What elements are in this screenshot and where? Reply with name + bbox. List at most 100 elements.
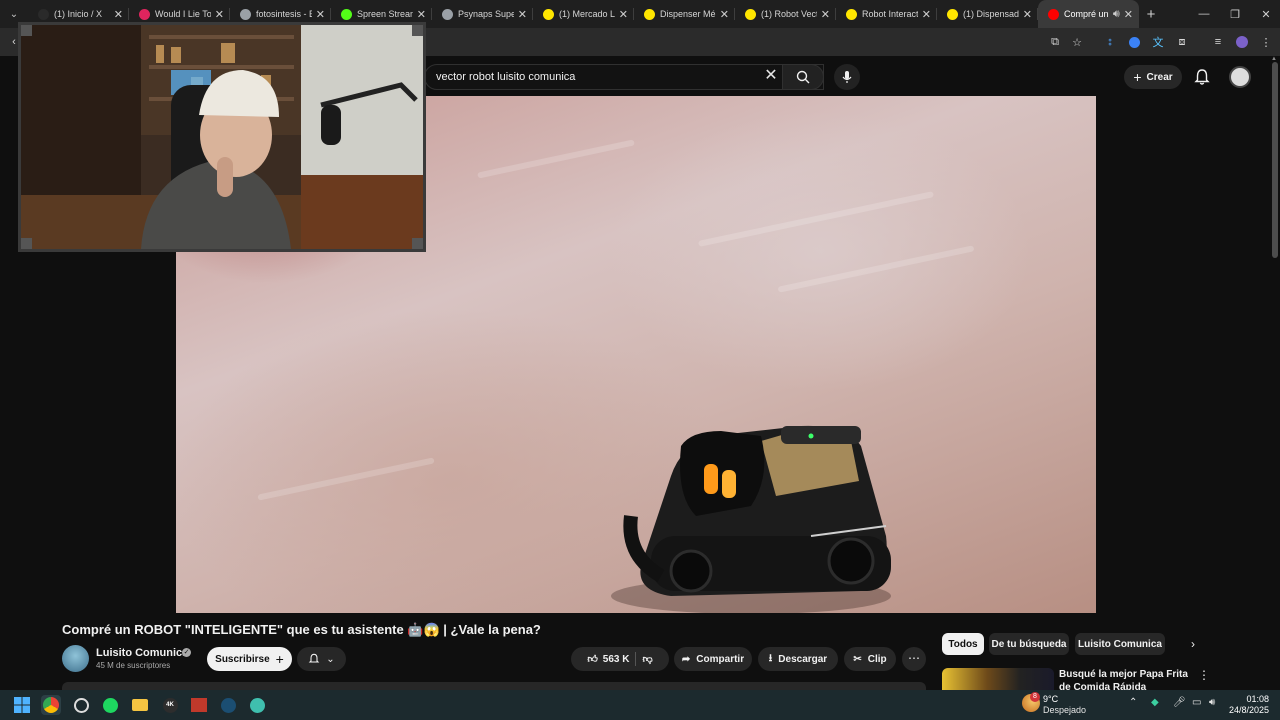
microphone-icon[interactable]: 🎤︎ [1173,697,1186,708]
close-tab-icon[interactable]: ✕ [1023,8,1032,21]
search-query: vector robot luisito comunica [436,71,576,83]
close-tab-icon[interactable]: ✕ [316,8,325,21]
weather-badge: 8 [1030,692,1040,702]
install-app-icon[interactable]: ⧉ [1047,34,1063,50]
close-tab-icon[interactable]: ✕ [821,8,830,21]
plus-icon: + [275,651,284,667]
streamer-webcam-image [21,25,423,249]
browser-tab[interactable]: (1) Robot Vect ✕ [735,0,836,28]
browser-tab-title: fotosintesis - B [256,9,312,19]
download-button[interactable]: ⭳ Descargar [758,647,838,671]
tray-chevron-up-icon[interactable]: ⌃ [1129,697,1137,708]
extension-blue-icon[interactable] [1126,34,1142,50]
chip-de-tu-busqueda[interactable]: De tu búsqueda [989,633,1069,655]
recommendation-thumbnail[interactable] [942,668,1054,690]
browser-tab-title: Would I Lie To [155,9,211,19]
browser-tab[interactable]: Robot Interact ✕ [836,0,937,28]
extensions-puzzle-icon[interactable]: ⧈ [1174,34,1190,50]
4k-downloader-icon[interactable]: 4K [160,695,180,715]
scissors-icon: ✂ [853,653,862,665]
more-actions-button[interactable]: ⋯ [902,647,926,671]
x-logo-icon [38,8,49,20]
close-tab-icon[interactable]: ✕ [114,8,123,21]
recommendation-menu-icon[interactable]: ⋮ [1198,668,1210,682]
chevron-right-icon[interactable]: › [1185,637,1201,653]
webcam-overlay [18,22,426,252]
close-tab-icon[interactable]: ✕ [518,8,527,21]
spotify-icon[interactable] [100,695,120,715]
browser-tab-title: Dispenser Mé [660,9,716,19]
dislike-button[interactable]: 👎︎ [642,653,652,665]
clock-time[interactable]: 01:08 [1235,694,1269,704]
minimize-button[interactable]: — [1188,0,1220,28]
volume-icon[interactable]: 🔊︎ [1209,697,1215,708]
subscriber-count: 45 M de suscriptores [96,661,171,670]
chip-todos[interactable]: Todos [942,633,984,655]
description-box[interactable] [62,682,926,690]
browser-menu-icon[interactable]: ⋮ [1258,34,1274,50]
thumbs-up-icon: 👍︎ [587,654,598,665]
extension-wave-icon[interactable]: ⦂ [1102,34,1118,50]
browser-tab-title: (1) Inicio / X [54,9,103,19]
obs-multi-icon[interactable] [189,695,209,715]
voice-search-button[interactable] [834,64,860,90]
close-window-button[interactable]: ✕ [1250,0,1280,28]
profile-icon[interactable] [1234,34,1250,50]
browser-tab[interactable]: (1) Mercado Li ✕ [533,0,634,28]
video-title: Compré un ROBOT "INTELIGENTE" que es tu … [62,622,541,637]
mercadolibre-icon [947,8,958,20]
channel-name[interactable]: Luisito Comunica [96,647,188,659]
channel-avatar[interactable] [62,645,89,672]
browser-tab-title: Psynaps Super [458,9,514,19]
close-tab-icon[interactable]: ✕ [922,8,931,21]
chrome-icon[interactable] [41,695,61,715]
close-tab-icon[interactable]: ✕ [619,8,628,21]
browser-tab[interactable]: (1) Dispensado ✕ [937,0,1038,28]
mercadolibre-icon [745,8,756,20]
browser-tab-title: (1) Dispensado [963,9,1019,19]
weather-temperature: 9°C [1043,694,1059,704]
globe-app-icon[interactable] [247,695,267,715]
bookmark-star-icon[interactable]: ☆ [1069,34,1085,50]
close-tab-icon[interactable]: ✕ [1124,8,1133,21]
subscribe-label: Suscribirse [215,653,270,665]
browser-tab[interactable]: Compré un 🔊︎ ✕ [1038,0,1139,28]
obs-icon[interactable] [71,695,91,715]
clear-search-icon[interactable]: ✕ [762,67,780,85]
share-button[interactable]: ➦ Compartir [674,647,752,671]
create-button[interactable]: + Crear [1124,65,1182,89]
close-tab-icon[interactable]: ✕ [215,8,224,21]
close-tab-icon[interactable]: ✕ [720,8,729,21]
subscribe-button[interactable]: Suscribirse + [207,647,292,671]
chip-luisito-comunica[interactable]: Luisito Comunica [1075,633,1165,655]
verified-badge-icon: ✓ [182,648,191,657]
file-explorer-icon[interactable] [130,695,150,715]
reading-list-icon[interactable]: ≡ [1210,34,1226,50]
notifications-bell-icon[interactable] [1193,68,1211,86]
tab-audio-icon[interactable]: 🔊︎ [1113,8,1120,21]
browser-tab-title: Robot Interact [862,9,918,19]
browser-tab[interactable]: Dispenser Mé ✕ [634,0,735,28]
steam-icon[interactable] [218,695,238,715]
search-icon [796,70,810,84]
restore-button[interactable]: ❐ [1219,0,1251,28]
notification-settings-button[interactable]: ⌄ [297,647,346,671]
clock-date[interactable]: 24/8/2025 [1220,705,1269,715]
kick-icon [341,8,352,20]
search-button[interactable] [782,64,824,90]
browser-tab[interactable]: Psynaps Super ✕ [432,0,533,28]
page-scrollbar[interactable] [1272,62,1278,258]
tray-app-icon[interactable]: ◆ [1151,697,1159,708]
windows-start-icon[interactable] [12,695,32,715]
clip-button[interactable]: ✂ Clip [844,647,896,671]
recommendation-title[interactable]: Busqué la mejor Papa Frita de Comida Ráp… [1059,668,1189,690]
tab-search-icon[interactable]: ⌄ [4,4,24,24]
extension-translate-icon[interactable]: 文 [1150,34,1166,50]
close-tab-icon[interactable]: ✕ [417,8,426,21]
clip-label: Clip [867,653,887,665]
account-avatar[interactable] [1229,66,1251,88]
weather-description: Despejado [1043,705,1087,715]
new-tab-button[interactable]: + [1139,6,1163,23]
network-icon[interactable]: ▭ [1192,697,1201,708]
like-button[interactable]: 👍︎ 563 K [587,653,629,666]
